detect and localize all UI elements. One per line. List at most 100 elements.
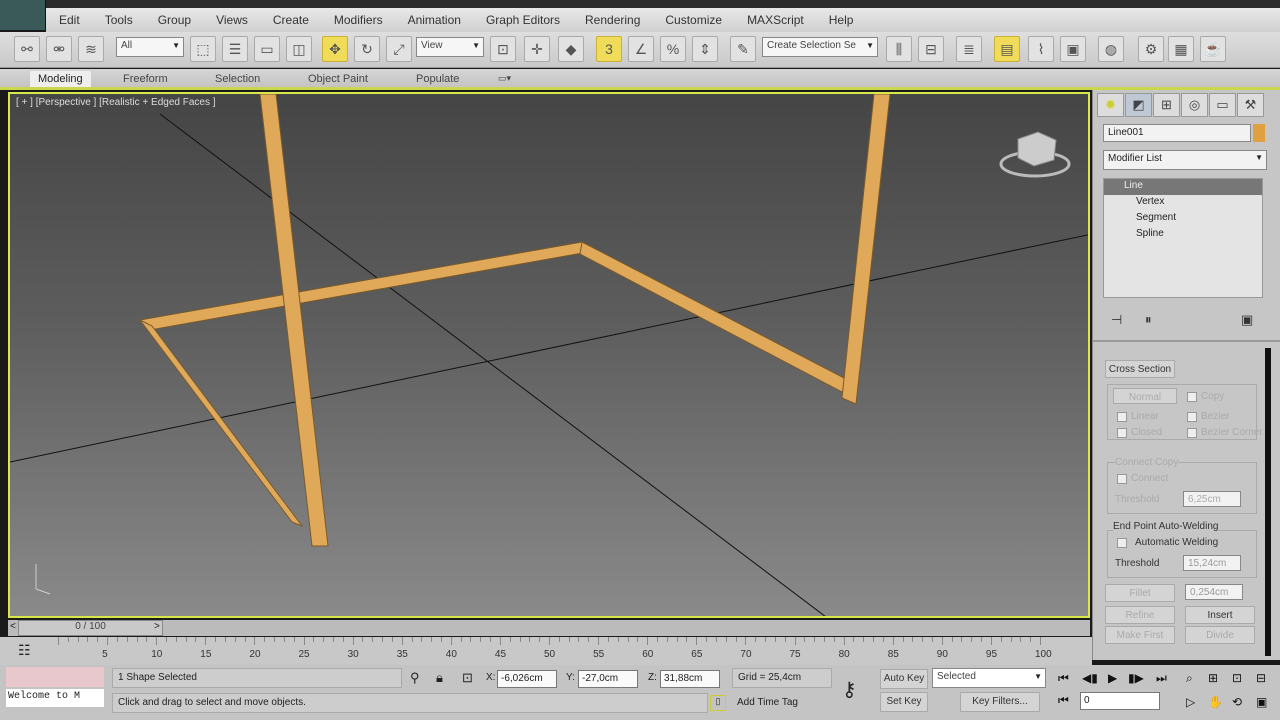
next-frame-button[interactable]: > xyxy=(154,621,160,632)
copy-checkbox[interactable] xyxy=(1187,392,1197,402)
hierarchy-tab-icon[interactable]: ⊞ xyxy=(1153,93,1180,117)
go-to-start-icon[interactable]: ⏮ xyxy=(1058,671,1069,686)
zoom-extents-all-icon[interactable]: ⊟ xyxy=(1256,671,1266,685)
rect-selection-icon[interactable]: ▭ xyxy=(254,36,280,62)
pin-stack-icon[interactable]: ⊣ xyxy=(1111,312,1122,328)
named-selection-dropdown[interactable]: Create Selection Se xyxy=(762,37,878,57)
maxscript-listener-top[interactable] xyxy=(6,667,104,687)
x-coordinate-field[interactable]: -6,026cm xyxy=(497,670,557,688)
perspective-viewport[interactable]: [ + ] [Perspective ] [Realistic + Edged … xyxy=(8,92,1090,618)
time-slider[interactable]: < 0 / 100 > xyxy=(8,620,1090,636)
pan-icon[interactable]: ✋ xyxy=(1208,695,1223,709)
zoom-all-icon[interactable]: ⊞ xyxy=(1208,671,1218,685)
curve-editor-icon[interactable]: ⌇ xyxy=(1028,36,1054,62)
layer-manager-icon[interactable]: ≣ xyxy=(956,36,982,62)
time-tag-icon[interactable]: ▯ xyxy=(710,695,726,711)
z-coordinate-field[interactable]: 31,88cm xyxy=(660,670,720,688)
zoom-icon[interactable]: ⌕ xyxy=(1186,671,1193,686)
key-mode-dropdown[interactable]: Selected xyxy=(932,668,1046,688)
set-key-button[interactable]: Set Key xyxy=(880,692,928,712)
play-icon[interactable]: ▶ xyxy=(1108,671,1117,685)
prev-frame-button[interactable]: < xyxy=(10,621,16,632)
divide-button[interactable]: Divide xyxy=(1185,626,1255,644)
menu-maxscript[interactable]: MAXScript xyxy=(734,13,816,27)
reference-coord-dropdown[interactable]: View xyxy=(416,37,484,57)
ribbon-options-icon[interactable]: ▭▾ xyxy=(490,71,519,86)
menu-create[interactable]: Create xyxy=(260,13,321,27)
tab-selection[interactable]: Selection xyxy=(207,71,268,87)
menu-tools[interactable]: Tools xyxy=(92,13,145,27)
snap-toggle-icon[interactable]: 3 xyxy=(596,36,622,62)
normal-button[interactable]: Normal xyxy=(1113,388,1177,404)
track-bar[interactable]: ☷ 5 10 15 20 25 30 35 40 45 50 55 60 65 70 75 80 85 90 95 1… xyxy=(0,637,1092,665)
linear-checkbox[interactable] xyxy=(1117,412,1127,422)
manipulate-icon[interactable]: ✛ xyxy=(524,36,550,62)
closed-checkbox[interactable] xyxy=(1117,428,1127,438)
configure-sets-icon[interactable]: ▣ xyxy=(1241,312,1253,328)
go-to-end-icon[interactable]: ⏭ xyxy=(1156,671,1167,686)
app-logo-button[interactable] xyxy=(0,0,46,30)
tab-freeform[interactable]: Freeform xyxy=(115,71,176,87)
stack-item-line[interactable]: Line xyxy=(1104,179,1262,195)
spinner-snap-icon[interactable]: ⇕ xyxy=(692,36,718,62)
time-slider-thumb[interactable]: 0 / 100 xyxy=(18,620,163,636)
menu-edit[interactable]: Edit xyxy=(46,13,92,27)
render-setup-icon[interactable]: ⚙ xyxy=(1138,36,1164,62)
scale-icon[interactable]: ⤢ xyxy=(386,36,412,62)
rendered-frame-icon[interactable]: ▦ xyxy=(1168,36,1194,62)
rotate-icon[interactable]: ↻ xyxy=(354,36,380,62)
key-filters-button[interactable]: Key Filters... xyxy=(960,692,1040,712)
menu-animation[interactable]: Animation xyxy=(395,13,473,27)
edit-named-selection-icon[interactable]: ✎ xyxy=(730,36,756,62)
selection-lock-icon[interactable]: 🔒︎ xyxy=(436,670,443,686)
auto-key-button[interactable]: Auto Key xyxy=(880,669,928,689)
bezier-checkbox[interactable] xyxy=(1187,412,1197,422)
fillet-field[interactable]: 0,254cm xyxy=(1185,584,1243,600)
menu-graph-editors[interactable]: Graph Editors xyxy=(473,13,572,27)
unlink-icon[interactable]: ⚮ xyxy=(46,36,72,62)
make-first-button[interactable]: Make First xyxy=(1105,626,1175,644)
window-crossing-icon[interactable]: ◫ xyxy=(286,36,312,62)
add-time-tag-button[interactable]: Add Time Tag xyxy=(737,697,798,708)
align-icon[interactable]: ⊟ xyxy=(918,36,944,62)
menu-customize[interactable]: Customize xyxy=(652,13,734,27)
y-coordinate-field[interactable]: -27,0cm xyxy=(578,670,638,688)
pivot-center-icon[interactable]: ⊡ xyxy=(490,36,516,62)
previous-frame-icon[interactable]: ◀▮ xyxy=(1082,671,1098,685)
select-object-icon[interactable]: ⬚ xyxy=(190,36,216,62)
key-mode-toggle-icon[interactable]: ⏮ xyxy=(1058,693,1069,708)
refine-button[interactable]: Refine xyxy=(1105,606,1175,624)
bind-space-warp-icon[interactable]: ≋ xyxy=(78,36,104,62)
mirror-icon[interactable]: ⫼ xyxy=(886,36,912,62)
scene-explorer-icon[interactable]: ▤ xyxy=(994,36,1020,62)
stack-item-spline[interactable]: Spline xyxy=(1104,227,1262,243)
menu-views[interactable]: Views xyxy=(203,13,260,27)
show-end-result-icon[interactable]: ⏸ xyxy=(1145,312,1152,328)
key-icon[interactable]: ⚷ xyxy=(842,677,857,702)
angle-snap-icon[interactable]: ∠ xyxy=(628,36,654,62)
tab-populate[interactable]: Populate xyxy=(408,71,467,87)
stack-item-segment[interactable]: Segment xyxy=(1104,211,1262,227)
select-move-icon[interactable]: ✥ xyxy=(322,36,348,62)
link-icon[interactable]: ⚯ xyxy=(14,36,40,62)
menu-rendering[interactable]: Rendering xyxy=(572,13,652,27)
isolate-selection-icon[interactable]: ⚲ xyxy=(410,670,420,686)
stack-item-vertex[interactable]: Vertex xyxy=(1104,195,1262,211)
next-frame-icon[interactable]: ▮▶ xyxy=(1128,671,1144,685)
select-by-name-icon[interactable]: ☰ xyxy=(222,36,248,62)
automatic-welding-checkbox[interactable] xyxy=(1117,538,1127,548)
threshold-field[interactable]: 15,24cm xyxy=(1183,555,1241,571)
maxscript-listener[interactable]: Welcome to M xyxy=(6,689,104,707)
panel-scrollbar[interactable] xyxy=(1265,348,1271,656)
zoom-extents-icon[interactable]: ⊡ xyxy=(1232,671,1242,685)
insert-button[interactable]: Insert xyxy=(1185,606,1255,624)
mini-curve-editor-icon[interactable]: ☷ xyxy=(18,642,31,659)
modifier-list-dropdown[interactable]: Modifier List ▼ xyxy=(1103,150,1267,170)
menu-help[interactable]: Help xyxy=(816,13,866,27)
current-frame-field[interactable]: 0 xyxy=(1080,692,1160,710)
tab-modeling[interactable]: Modeling xyxy=(30,71,91,87)
render-icon[interactable]: ☕ xyxy=(1200,36,1226,62)
maximize-viewport-icon[interactable]: ▣ xyxy=(1256,695,1267,709)
create-tab-icon[interactable]: ✹ xyxy=(1097,93,1124,117)
menu-group[interactable]: Group xyxy=(145,13,203,27)
